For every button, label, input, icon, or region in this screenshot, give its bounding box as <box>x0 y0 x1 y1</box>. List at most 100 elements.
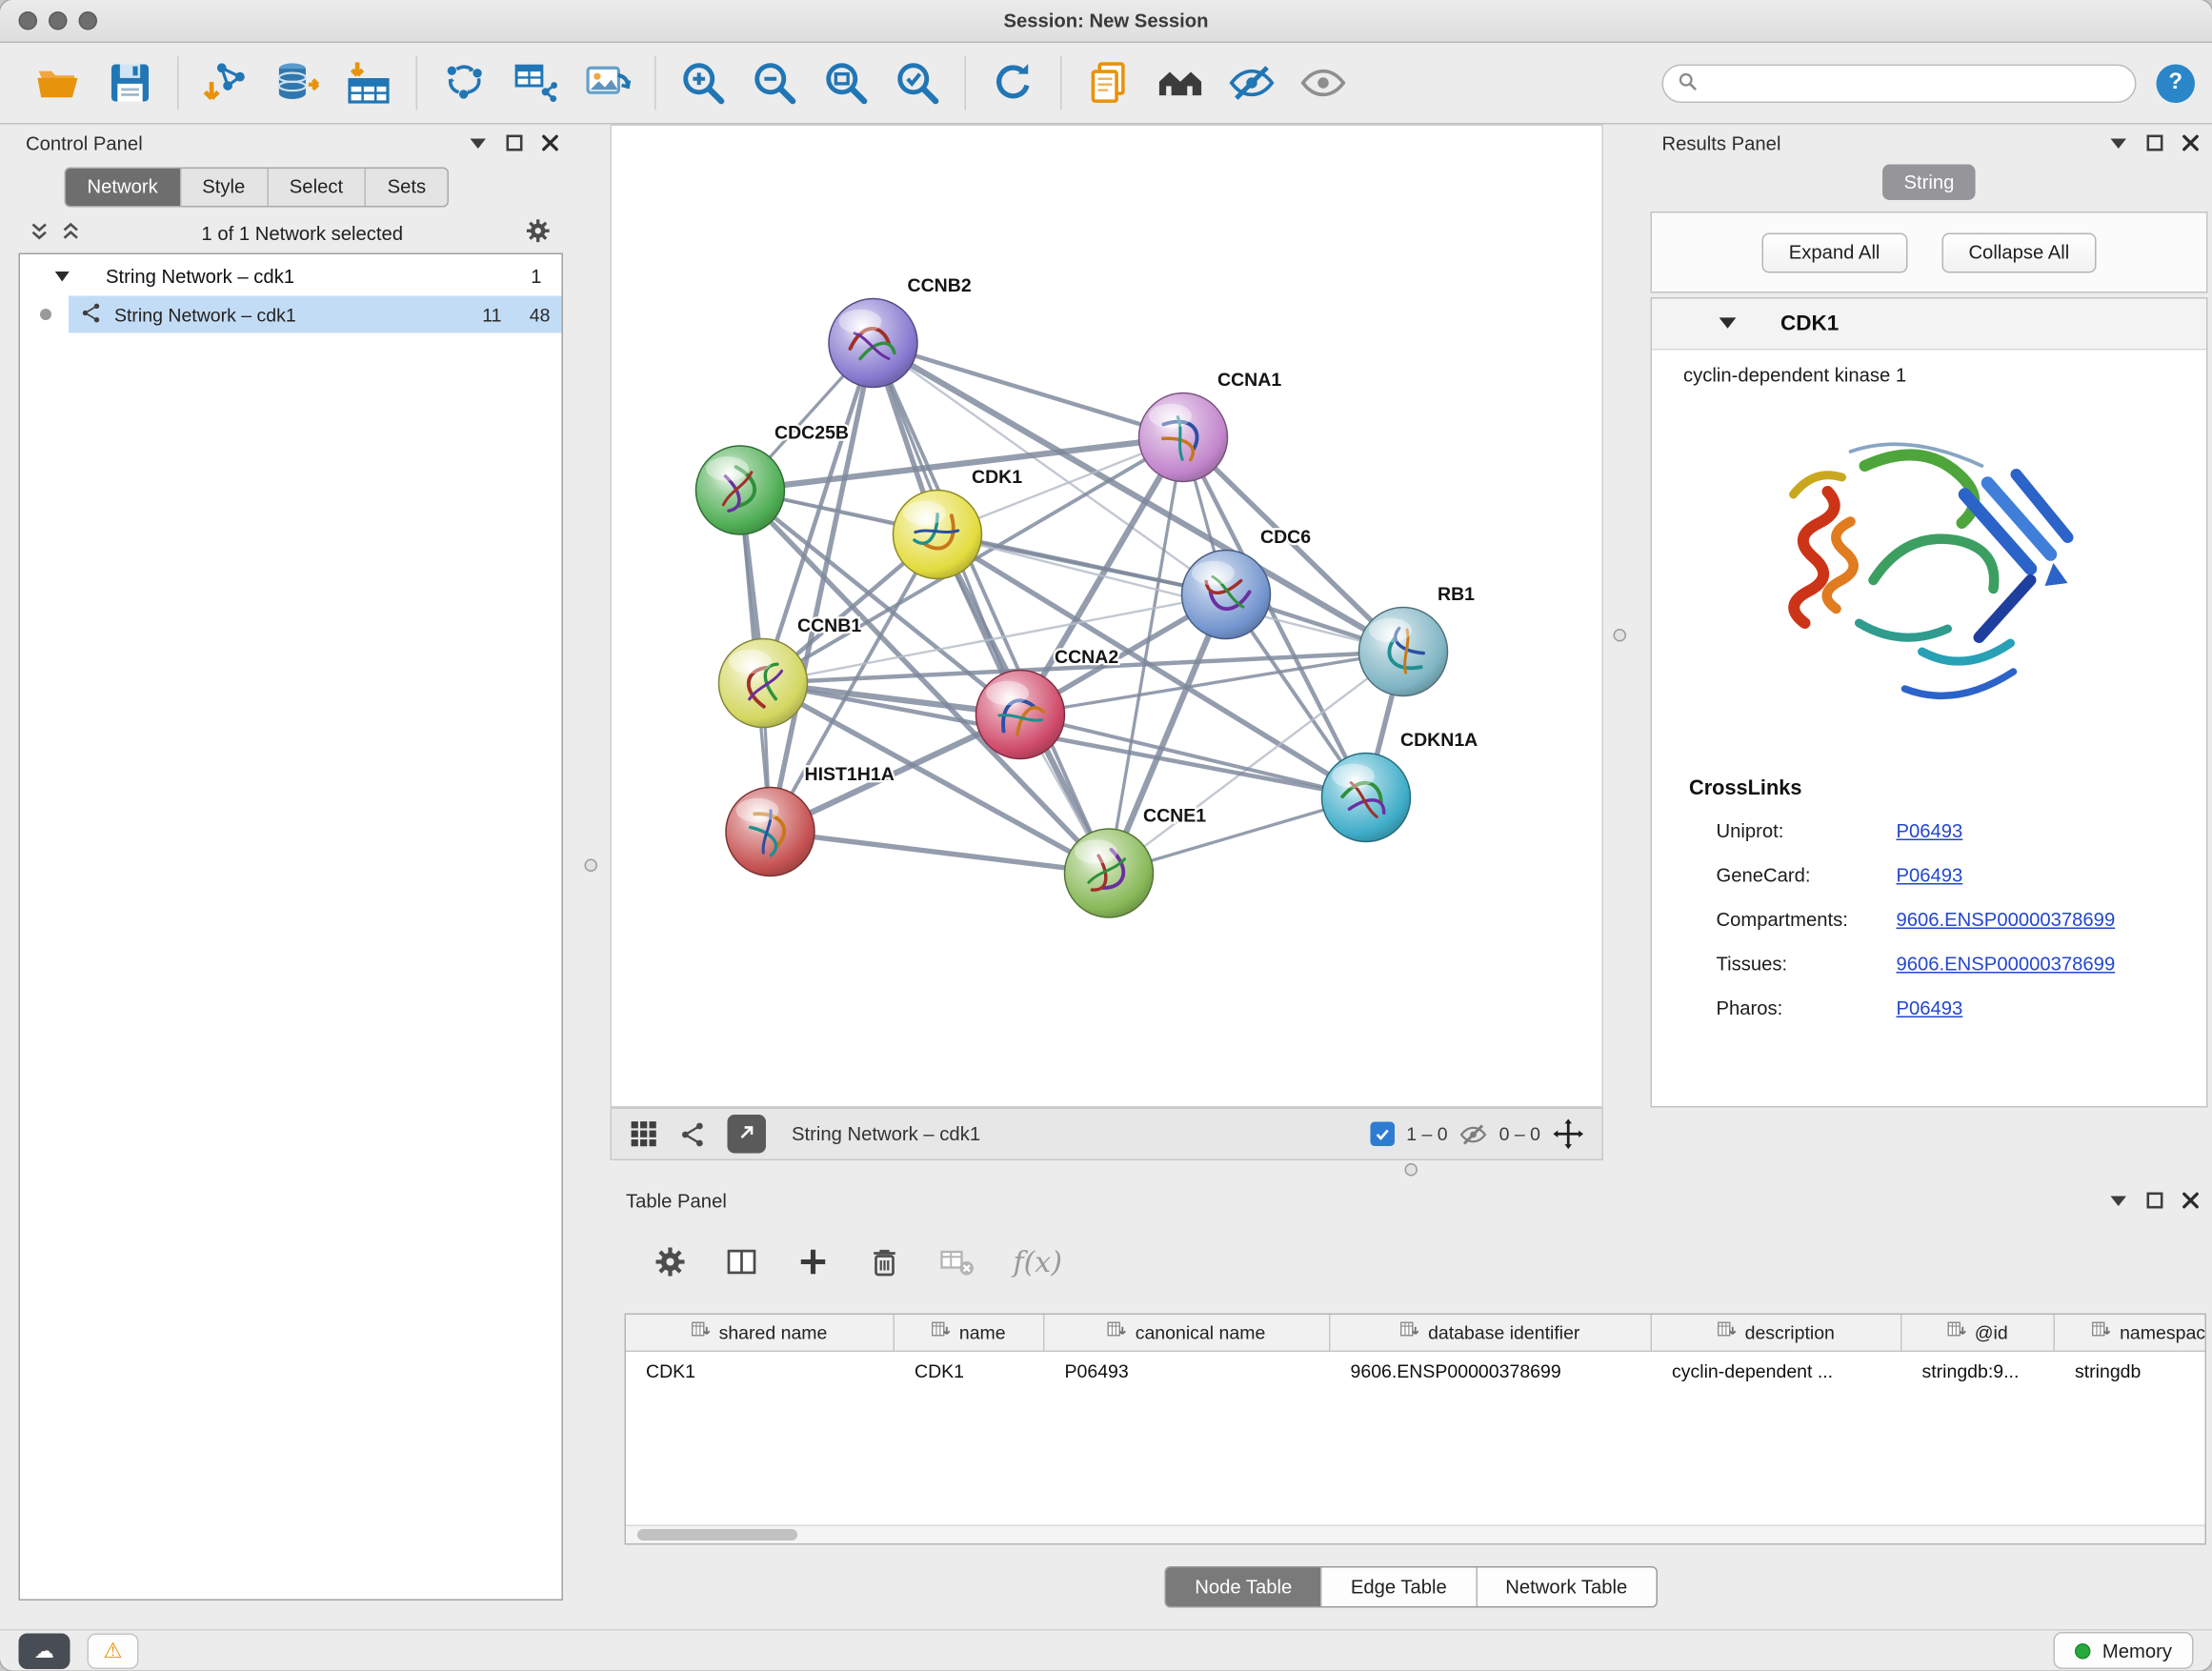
crosslink-link-compartments[interactable]: 9606.ENSP00000378699 <box>1897 909 2116 931</box>
protein-section-header[interactable]: CDK1 <box>1652 299 2206 351</box>
show-first-neighbors-icon[interactable] <box>1145 51 1217 114</box>
crosslinks-list: Uniprot: P06493 GeneCard: P06493 Compart… <box>1652 809 2206 1031</box>
memory-button[interactable]: Memory <box>2054 1632 2194 1669</box>
panel-menu-icon[interactable] <box>469 136 488 151</box>
network-node[interactable]: CCNA1 <box>1139 370 1282 482</box>
network-view[interactable]: CCNB2 CCNA1 CDC25B CDK1 CDC6 RB1 <box>611 125 1604 1108</box>
tab-node-table[interactable]: Node Table <box>1166 1568 1320 1607</box>
collapse-all-button[interactable]: Collapse All <box>1941 232 2097 272</box>
network-edge[interactable] <box>1020 715 1366 797</box>
network-edge[interactable] <box>874 343 1110 874</box>
network-node[interactable]: CDKN1A <box>1322 730 1478 842</box>
search-field[interactable] <box>1662 64 2137 103</box>
open-in-new-window-button[interactable] <box>728 1115 767 1154</box>
collapse-triangle-icon[interactable] <box>54 271 70 284</box>
zoom-window-button[interactable] <box>79 11 98 30</box>
column-header-description[interactable]: description <box>1652 1315 1902 1351</box>
column-header-shared-name[interactable]: shared name <box>626 1315 895 1351</box>
column-header-name[interactable]: name <box>895 1315 1045 1351</box>
export-image-icon[interactable] <box>572 51 643 114</box>
network-node[interactable]: CDC6 <box>1182 527 1312 639</box>
network-collection-row[interactable]: String Network – cdk1 1 <box>20 259 562 295</box>
add-column-icon[interactable] <box>796 1245 831 1279</box>
network-edge[interactable] <box>771 343 874 832</box>
move-crosshair-icon[interactable] <box>1552 1117 1585 1151</box>
expand-all-icon[interactable] <box>62 221 81 246</box>
network-node[interactable]: HIST1H1A <box>726 764 895 876</box>
splitter-grip[interactable] <box>1405 1163 1418 1177</box>
section-collapse-triangle-icon[interactable] <box>1718 313 1738 335</box>
new-network-icon[interactable] <box>429 51 500 114</box>
function-builder-icon[interactable]: f(x) <box>1014 1245 1062 1279</box>
hide-selected-icon[interactable] <box>1217 51 1288 114</box>
panel-menu-icon[interactable] <box>2109 136 2128 151</box>
zoom-fit-icon[interactable] <box>811 51 882 114</box>
tab-network[interactable]: Network <box>66 169 179 206</box>
network-from-table-icon[interactable] <box>500 51 572 114</box>
table-row[interactable]: CDK1CDK1P064939606.ENSP00000378699cyclin… <box>626 1352 2205 1389</box>
crosslink-link-genecard[interactable]: P06493 <box>1897 865 1963 887</box>
birdseye-grid-icon[interactable] <box>629 1119 659 1150</box>
import-network-from-file-icon[interactable] <box>191 51 262 114</box>
column-label: @id <box>1975 1322 2008 1344</box>
gear-icon[interactable] <box>525 217 553 249</box>
import-table-from-file-icon[interactable] <box>333 51 405 114</box>
close-window-button[interactable] <box>19 11 38 30</box>
horizontal-scrollbar[interactable] <box>626 1525 2205 1544</box>
minimize-window-button[interactable] <box>49 11 68 30</box>
panel-float-icon[interactable] <box>2146 134 2163 151</box>
table-settings-gear-icon[interactable] <box>654 1245 688 1279</box>
network-edge[interactable] <box>874 343 1184 437</box>
crosslink-link-tissues[interactable]: 9606.ENSP00000378699 <box>1897 954 2116 976</box>
panel-close-icon[interactable] <box>2182 1192 2200 1209</box>
network-row-selected[interactable]: String Network – cdk1 11 48 <box>20 296 562 333</box>
cloud-button[interactable]: ☁ <box>19 1633 70 1669</box>
network-graph[interactable]: CCNB2 CCNA1 CDC25B CDK1 CDC6 RB1 <box>612 126 1602 1106</box>
panel-close-icon[interactable] <box>542 134 559 151</box>
hidden-eye-slash-icon[interactable] <box>1459 1119 1488 1148</box>
help-button[interactable]: ? <box>2157 64 2196 103</box>
crosslink-link-pharos[interactable]: P06493 <box>1897 997 1963 1019</box>
selected-checkbox-icon[interactable] <box>1371 1122 1396 1147</box>
network-node[interactable]: CCNB2 <box>829 275 972 388</box>
tab-select[interactable]: Select <box>267 169 365 206</box>
column-header--id[interactable]: @id <box>1902 1315 2056 1351</box>
column-header-namespace[interactable]: namespace <box>2055 1315 2206 1351</box>
refresh-layout-icon[interactable] <box>977 51 1049 114</box>
panel-close-icon[interactable] <box>2182 134 2200 151</box>
scrollbar-thumb[interactable] <box>637 1529 797 1540</box>
network-edge[interactable] <box>937 534 1403 652</box>
column-header-canonical-name[interactable]: canonical name <box>1045 1315 1331 1351</box>
network-edge[interactable] <box>1109 594 1226 874</box>
expand-all-button[interactable]: Expand All <box>1761 232 1907 272</box>
zoom-in-icon[interactable] <box>668 51 739 114</box>
column-header-database-identifier[interactable]: database identifier <box>1331 1315 1653 1351</box>
network-node[interactable]: CDK1 <box>894 467 1023 579</box>
crosslink-link-uniprot[interactable]: P06493 <box>1897 820 1963 842</box>
network-node[interactable]: RB1 <box>1359 584 1476 696</box>
import-network-from-database-icon[interactable] <box>262 51 333 114</box>
show-columns-icon[interactable] <box>725 1245 759 1279</box>
panel-float-icon[interactable] <box>2146 1192 2163 1209</box>
collapse-all-icon[interactable] <box>30 221 50 246</box>
tab-edge-table[interactable]: Edge Table <box>1320 1568 1475 1607</box>
search-input[interactable] <box>1706 72 2121 94</box>
splitter-grip[interactable] <box>1614 629 1627 642</box>
zoom-out-icon[interactable] <box>739 51 811 114</box>
share-network-icon[interactable] <box>679 1119 708 1148</box>
show-all-icon[interactable] <box>1288 51 1359 114</box>
save-session-icon[interactable] <box>94 51 166 114</box>
warnings-button[interactable]: ⚠ <box>88 1633 139 1669</box>
splitter-grip[interactable] <box>585 859 598 873</box>
panel-float-icon[interactable] <box>506 134 523 151</box>
network-edge[interactable] <box>771 832 1110 874</box>
copy-document-icon[interactable] <box>1074 51 1145 114</box>
open-session-icon[interactable] <box>23 51 94 114</box>
tab-style[interactable]: Style <box>179 169 267 206</box>
zoom-selected-icon[interactable] <box>882 51 954 114</box>
tab-string[interactable]: String <box>1882 165 1976 201</box>
tab-network-table[interactable]: Network Table <box>1476 1568 1656 1607</box>
delete-column-icon[interactable] <box>868 1245 902 1279</box>
tab-sets[interactable]: Sets <box>365 169 448 206</box>
panel-menu-icon[interactable] <box>2109 1194 2128 1208</box>
